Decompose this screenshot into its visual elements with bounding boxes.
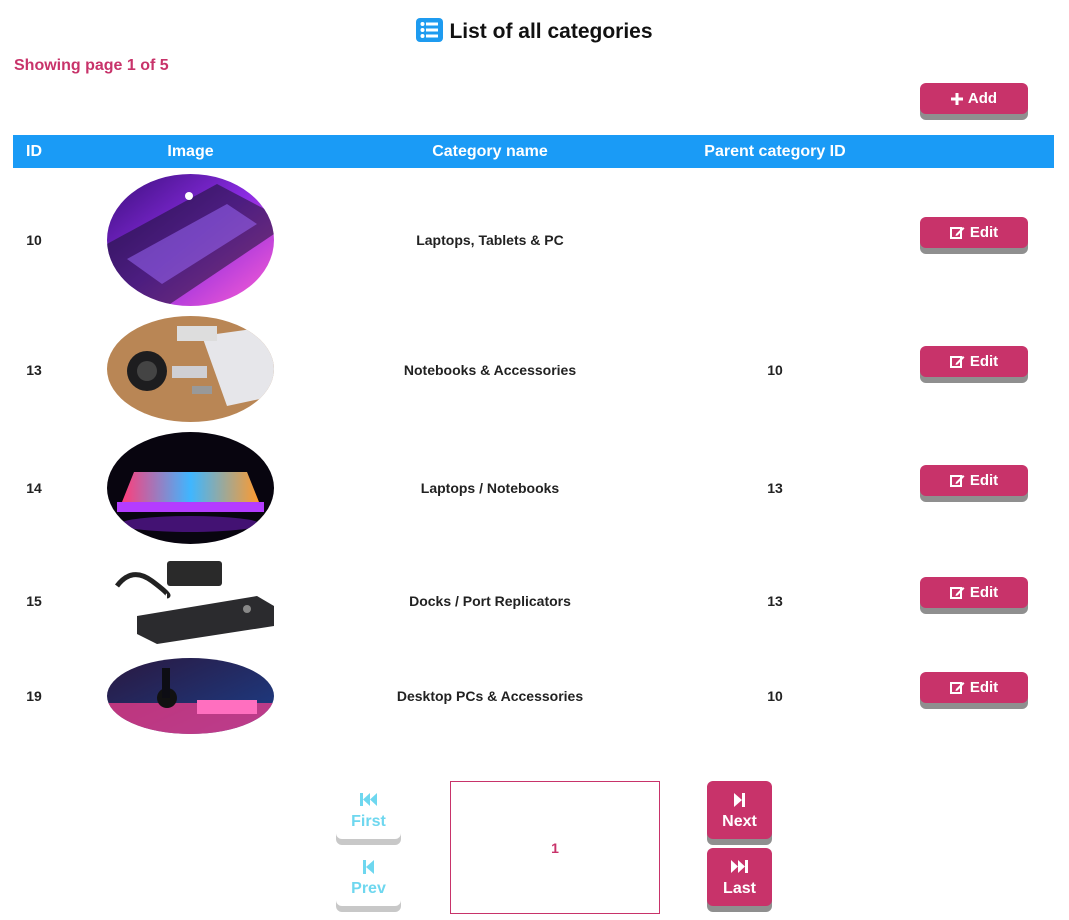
edit-icon [949,682,965,694]
edit-button-label: Edit [969,679,999,696]
column-header-id: ID [26,143,42,160]
row-category-name: Laptops, Tablets & PC [416,232,564,248]
edit-button[interactable]: Edit [920,577,1028,608]
category-image [107,316,274,422]
table-row: 10 Laptops, Tablets & PC Edit [13,174,1054,306]
row-id: 15 [26,593,42,609]
current-page-number[interactable]: 1 [551,840,559,856]
skip-back-icon [359,790,378,810]
row-category-name: Docks / Port Replicators [409,593,571,609]
category-image [107,658,274,734]
skip-forward-icon [730,857,749,877]
column-header-actions [896,135,1054,168]
edit-icon [949,587,965,599]
edit-button-label: Edit [969,584,999,601]
edit-icon [949,475,965,487]
edit-icon [949,227,965,239]
first-page-button[interactable]: First [336,781,401,839]
prev-page-button[interactable]: Prev [336,848,401,906]
edit-button[interactable]: Edit [920,217,1028,248]
category-image [107,174,274,306]
column-header-category-name: Category name [432,143,548,160]
edit-icon [949,356,965,368]
column-header-parent-id: Parent category ID [704,143,846,160]
plus-icon [950,92,963,105]
page-status: Showing page 1 of 5 [14,57,169,74]
row-category-name: Desktop PCs & Accessories [396,688,584,704]
step-forward-icon [734,790,745,810]
next-page-button[interactable]: Next [707,781,772,839]
edit-button[interactable]: Edit [920,465,1028,496]
add-button[interactable]: Add [920,83,1028,114]
edit-button-label: Edit [969,353,999,370]
page-number-box: 1 [450,781,660,914]
category-image [107,556,274,646]
edit-button[interactable]: Edit [920,346,1028,377]
table-header: ID Image Category name Parent category I… [13,135,1054,168]
list-icon [416,18,444,42]
table-row: 13 Notebooks & Accessories 10 Edit [13,316,1054,422]
row-category-name: Notebooks & Accessories [403,362,577,378]
page-title: List of all categories [0,18,1069,44]
page-title-text: List of all categories [449,20,653,43]
category-image [107,432,274,544]
last-page-label: Last [723,879,756,897]
step-back-icon [363,857,374,877]
table-row: 14 Laptops / Notebooks 13 Edit [13,432,1054,544]
edit-button-label: Edit [969,224,999,241]
column-header-image: Image [167,143,214,160]
table-row: 15 Docks / Port Replicators 13 Edit [13,556,1054,646]
row-id: 10 [26,232,42,248]
edit-button-label: Edit [969,472,999,489]
row-parent-id: 10 [767,362,783,378]
row-parent-id: 10 [767,688,783,704]
table-row: 19 Desktop PCs & Accessories 10 Edit [13,658,1054,734]
first-page-label: First [351,812,386,830]
row-id: 19 [26,688,42,704]
edit-button[interactable]: Edit [920,672,1028,703]
row-parent-id: 13 [767,480,783,496]
row-parent-id: 13 [767,593,783,609]
row-id: 13 [26,362,42,378]
last-page-button[interactable]: Last [707,848,772,906]
prev-page-label: Prev [351,879,386,897]
row-category-name: Laptops / Notebooks [420,480,560,496]
row-id: 14 [26,480,42,496]
add-button-label: Add [967,90,998,107]
next-page-label: Next [722,812,757,830]
